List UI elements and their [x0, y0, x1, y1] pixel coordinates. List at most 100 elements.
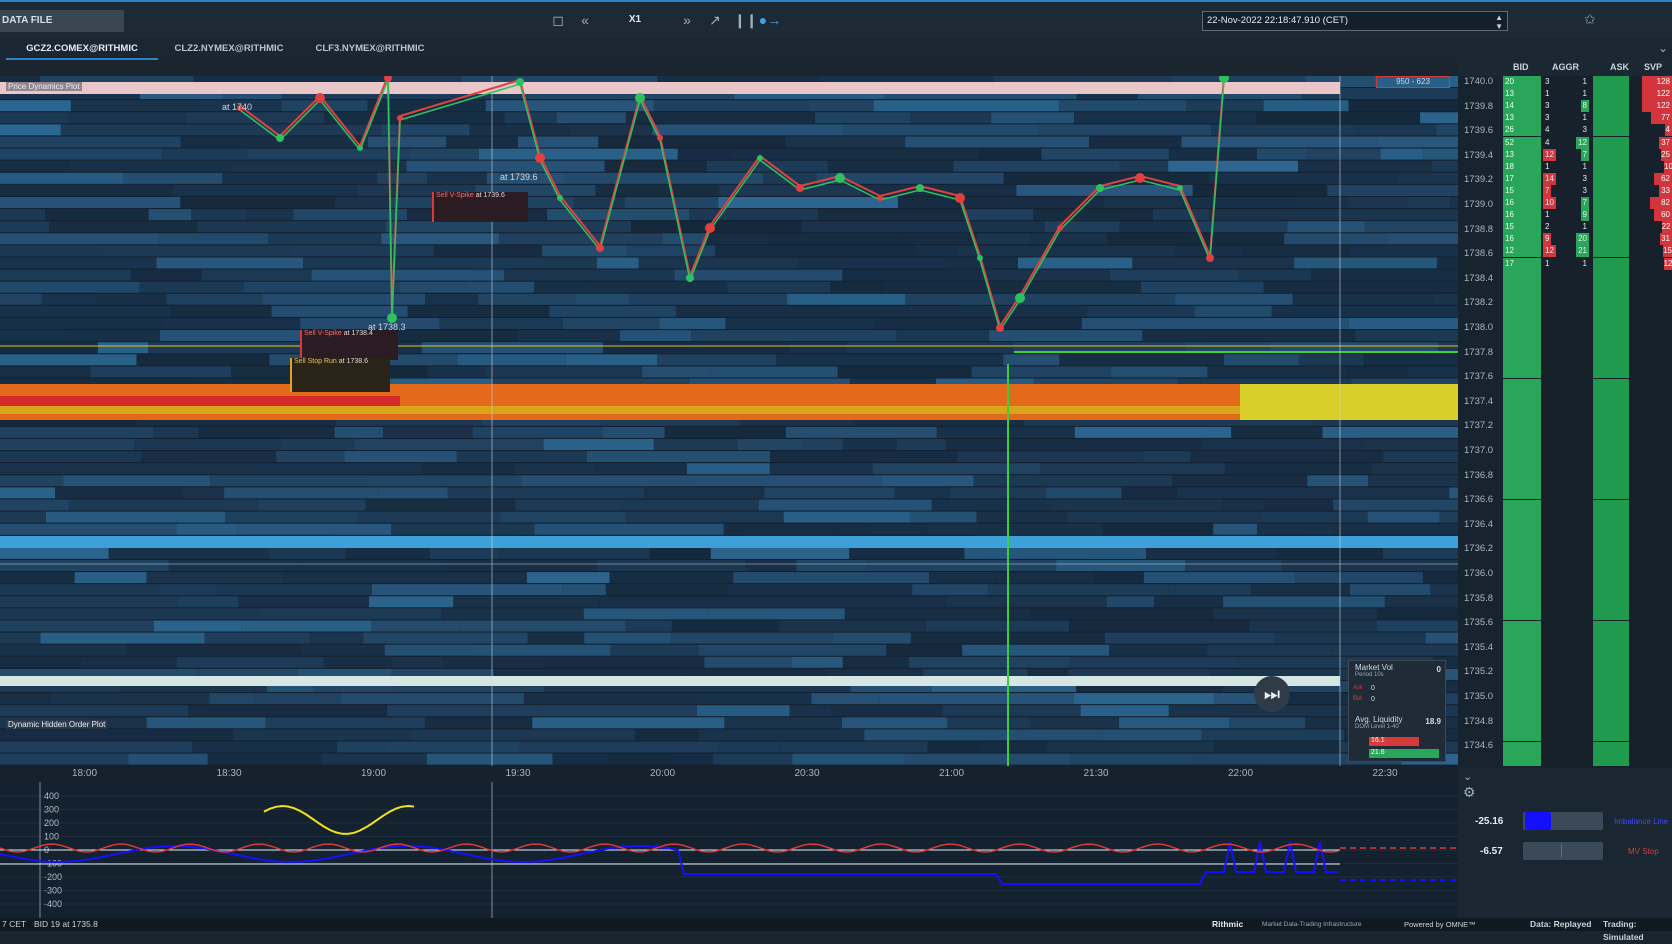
bid-cell[interactable]: 16: [1503, 233, 1541, 246]
ladder-row[interactable]: [1503, 342, 1672, 355]
speed-selector[interactable]: X1: [624, 11, 646, 29]
dom-ladder[interactable]: 20 3 1 128 13 1 1 122 14 3 8 122 13 3 1 77 26 4 3 4 52 4 12 37 1…: [1503, 76, 1672, 768]
ladder-row[interactable]: [1503, 693, 1672, 706]
bid-cell[interactable]: 17: [1503, 257, 1541, 270]
ladder-row[interactable]: [1503, 499, 1672, 512]
ask-cell[interactable]: [1593, 88, 1629, 101]
bid-cell[interactable]: [1503, 342, 1541, 355]
ask-cell[interactable]: [1593, 257, 1629, 270]
bid-cell[interactable]: [1503, 560, 1541, 572]
ask-header[interactable]: ASK: [1610, 62, 1629, 72]
chevron-down-icon[interactable]: ⌄: [1658, 41, 1668, 55]
jump-to-time-icon[interactable]: ●→: [756, 11, 784, 29]
ask-cell[interactable]: [1593, 390, 1629, 403]
ask-cell[interactable]: [1593, 584, 1629, 597]
bid-cell[interactable]: [1503, 451, 1541, 464]
bid-cell[interactable]: 13: [1503, 88, 1541, 101]
ask-cell[interactable]: [1593, 112, 1629, 125]
ladder-row[interactable]: 15 7 3 33: [1503, 184, 1672, 197]
bid-cell[interactable]: 13: [1503, 148, 1541, 161]
ladder-row[interactable]: [1503, 293, 1672, 306]
bid-cell[interactable]: [1503, 753, 1541, 766]
ask-cell[interactable]: [1593, 330, 1629, 343]
ladder-row[interactable]: [1503, 402, 1672, 415]
ask-cell[interactable]: [1593, 414, 1629, 427]
bid-cell[interactable]: [1503, 596, 1541, 609]
ladder-row[interactable]: [1503, 608, 1672, 621]
tab-clz2[interactable]: CLZ2.NYMEX@RITHMIC: [164, 38, 294, 60]
ask-cell[interactable]: [1593, 100, 1629, 113]
tab-clf3[interactable]: CLF3.NYMEX@RITHMIC: [302, 38, 438, 60]
heatmap-chart[interactable]: Price Dynamics Plot Dynamic Hidden Order…: [0, 76, 1458, 768]
indicator-canvas[interactable]: 4003002001000-100-200-300-400: [0, 782, 1458, 918]
ladder-row[interactable]: 52 4 12 37: [1503, 136, 1672, 149]
ask-cell[interactable]: [1593, 693, 1629, 706]
ask-cell[interactable]: [1593, 729, 1629, 742]
ladder-row[interactable]: [1503, 560, 1672, 572]
ladder-row[interactable]: [1503, 572, 1672, 585]
ladder-row[interactable]: [1503, 644, 1672, 657]
bid-cell[interactable]: 16: [1503, 209, 1541, 222]
ladder-row[interactable]: [1503, 705, 1672, 718]
ask-cell[interactable]: [1593, 76, 1629, 88]
bid-cell[interactable]: [1503, 354, 1541, 367]
bid-cell[interactable]: [1503, 475, 1541, 488]
market-vol-widget[interactable]: Market Vol Period 10s 0 Ask 0 Bid 0 Avg.…: [1348, 660, 1446, 762]
ladder-row[interactable]: [1503, 366, 1672, 379]
ask-cell[interactable]: [1593, 620, 1629, 633]
ladder-row[interactable]: [1503, 475, 1672, 488]
ask-cell[interactable]: [1593, 463, 1629, 476]
ask-cell[interactable]: [1593, 511, 1629, 524]
bid-cell[interactable]: [1503, 693, 1541, 706]
ladder-row[interactable]: [1503, 487, 1672, 500]
ask-cell[interactable]: [1593, 717, 1629, 730]
bid-cell[interactable]: 16: [1503, 197, 1541, 209]
ladder-row[interactable]: [1503, 451, 1672, 464]
ask-cell[interactable]: [1593, 668, 1629, 681]
bid-cell[interactable]: 13: [1503, 112, 1541, 125]
bid-cell[interactable]: [1503, 439, 1541, 451]
mv-bar[interactable]: [1523, 842, 1603, 860]
bid-cell[interactable]: [1503, 269, 1541, 282]
bid-cell[interactable]: [1503, 656, 1541, 669]
sell-v-spike-marker-2[interactable]: Sell V-Spike at 1738.4: [300, 330, 398, 360]
ladder-row[interactable]: [1503, 632, 1672, 645]
bid-cell[interactable]: [1503, 390, 1541, 403]
ladder-row[interactable]: [1503, 584, 1672, 597]
ladder-row[interactable]: [1503, 439, 1672, 451]
ask-cell[interactable]: [1593, 172, 1629, 185]
ladder-row[interactable]: [1503, 426, 1672, 439]
bid-cell[interactable]: 17: [1503, 172, 1541, 185]
bid-cell[interactable]: [1503, 584, 1541, 597]
ladder-row[interactable]: [1503, 668, 1672, 681]
bid-cell[interactable]: [1503, 318, 1541, 330]
ask-cell[interactable]: [1593, 318, 1629, 330]
bid-header[interactable]: BID: [1513, 62, 1529, 72]
ladder-row[interactable]: 16 10 7 82: [1503, 197, 1672, 209]
ladder-row[interactable]: 12 12 21 15: [1503, 245, 1672, 258]
bid-cell[interactable]: [1503, 330, 1541, 343]
bid-cell[interactable]: [1503, 523, 1541, 536]
pin-icon[interactable]: ✩: [1584, 11, 1596, 28]
ladder-row[interactable]: 13 3 1 77: [1503, 112, 1672, 125]
ladder-row[interactable]: [1503, 305, 1672, 318]
bid-cell[interactable]: [1503, 620, 1541, 633]
ladder-row[interactable]: [1503, 414, 1672, 427]
ask-cell[interactable]: [1593, 560, 1629, 572]
bid-cell[interactable]: [1503, 499, 1541, 512]
bid-cell[interactable]: 52: [1503, 136, 1541, 149]
ask-cell[interactable]: [1593, 160, 1629, 173]
ask-cell[interactable]: [1593, 366, 1629, 379]
ladder-row[interactable]: [1503, 354, 1672, 367]
ask-cell[interactable]: [1593, 644, 1629, 657]
ask-cell[interactable]: [1593, 741, 1629, 754]
bid-cell[interactable]: [1503, 414, 1541, 427]
ladder-row[interactable]: 18 1 1 10: [1503, 160, 1672, 173]
ask-cell[interactable]: [1593, 148, 1629, 161]
collapse-caret-icon[interactable]: ⌄: [1463, 770, 1472, 783]
ask-cell[interactable]: [1593, 209, 1629, 222]
bid-cell[interactable]: [1503, 547, 1541, 560]
ladder-row[interactable]: 16 9 20 31: [1503, 233, 1672, 246]
ladder-row[interactable]: [1503, 330, 1672, 343]
ladder-row[interactable]: 17 1 1 12: [1503, 257, 1672, 270]
